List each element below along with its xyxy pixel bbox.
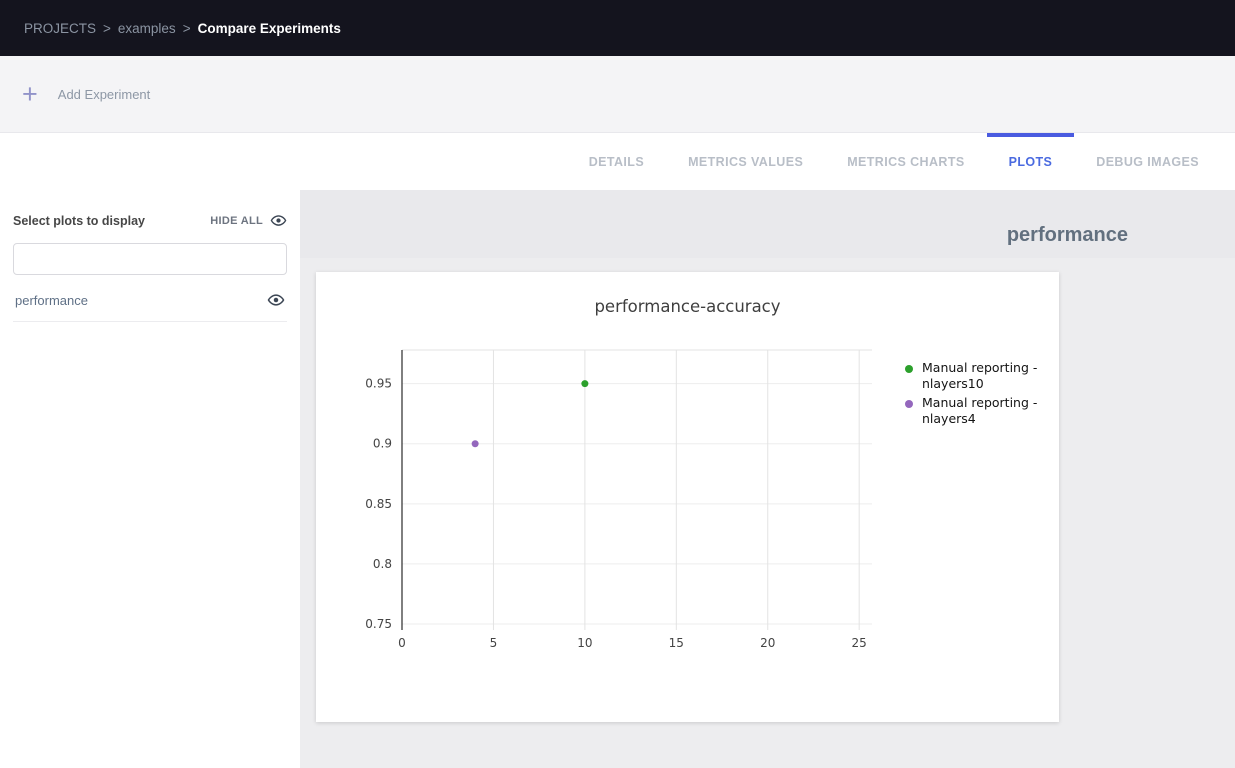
- plus-icon: +: [22, 83, 38, 105]
- tab-plots[interactable]: PLOTS: [987, 133, 1075, 190]
- svg-text:0.8: 0.8: [373, 557, 392, 571]
- tab-debug-images[interactable]: DEBUG IMAGES: [1074, 133, 1221, 190]
- app-root: PROJECTS > examples > Compare Experiment…: [0, 0, 1235, 768]
- breadcrumb: PROJECTS > examples > Compare Experiment…: [24, 21, 341, 36]
- plots-sidebar: Select plots to display HIDE ALL perform…: [0, 190, 300, 768]
- chart-title: performance-accuracy: [316, 297, 1059, 316]
- svg-text:0.85: 0.85: [365, 497, 392, 511]
- tab-metrics-charts[interactable]: METRICS CHARTS: [825, 133, 986, 190]
- breadcrumb-separator: >: [103, 21, 111, 36]
- svg-text:5: 5: [490, 636, 498, 650]
- svg-text:25: 25: [852, 636, 867, 650]
- tab-details[interactable]: DETAILS: [567, 133, 666, 190]
- svg-text:10: 10: [577, 636, 592, 650]
- legend-marker-icon: [905, 400, 913, 408]
- chart-legend: Manual reporting - nlayers10Manual repor…: [905, 360, 1050, 430]
- legend-item[interactable]: Manual reporting - nlayers10: [905, 360, 1050, 392]
- plot-item-label: performance: [15, 293, 88, 308]
- add-experiment-label: Add Experiment: [58, 87, 151, 102]
- svg-text:0: 0: [398, 636, 406, 650]
- tabs-bar: DETAILS METRICS VALUES METRICS CHARTS PL…: [0, 133, 1235, 190]
- top-bar: PROJECTS > examples > Compare Experiment…: [0, 0, 1235, 56]
- breadcrumb-separator: >: [183, 21, 191, 36]
- visibility-toggle-icon[interactable]: [267, 291, 285, 309]
- svg-text:0.75: 0.75: [365, 617, 392, 631]
- sidebar-title: Select plots to display: [13, 214, 145, 228]
- add-experiment-button[interactable]: + Add Experiment: [16, 83, 150, 105]
- scatter-plot[interactable]: 0.75 0.8 0.85 0.9 0.95 0 5 10 15 20 25: [316, 272, 1059, 722]
- hide-all-label: HIDE ALL: [210, 215, 263, 227]
- breadcrumb-project-examples[interactable]: examples: [118, 21, 176, 36]
- legend-label: Manual reporting - nlayers4: [922, 395, 1040, 427]
- breadcrumb-current-page: Compare Experiments: [198, 21, 341, 36]
- svg-text:15: 15: [669, 636, 684, 650]
- breadcrumb-projects[interactable]: PROJECTS: [24, 21, 96, 36]
- sidebar-header: Select plots to display HIDE ALL: [13, 212, 287, 229]
- legend-marker-icon: [905, 365, 913, 373]
- svg-text:20: 20: [760, 636, 775, 650]
- svg-text:0.9: 0.9: [373, 437, 392, 451]
- plot-filter-input[interactable]: [13, 243, 287, 275]
- tab-metrics-values[interactable]: METRICS VALUES: [666, 133, 825, 190]
- eye-icon: [270, 212, 287, 229]
- legend-label: Manual reporting - nlayers10: [922, 360, 1040, 392]
- legend-item[interactable]: Manual reporting - nlayers4: [905, 395, 1050, 427]
- section-title: performance: [1007, 224, 1128, 247]
- chart-card: 0.75 0.8 0.85 0.9 0.95 0 5 10 15 20 25 performance…: [316, 272, 1059, 722]
- plots-main: performance 0.75 0.8 0.85 0.9 0.95 0 5 10 15 20 25…: [300, 190, 1235, 768]
- svg-text:0.95: 0.95: [365, 377, 392, 391]
- metric-section-header: performance: [300, 190, 1235, 258]
- plot-list-item-performance[interactable]: performance: [13, 275, 287, 322]
- content-area: Select plots to display HIDE ALL perform…: [0, 190, 1235, 768]
- add-experiment-bar: + Add Experiment: [0, 56, 1235, 133]
- hide-all-button[interactable]: HIDE ALL: [210, 212, 287, 229]
